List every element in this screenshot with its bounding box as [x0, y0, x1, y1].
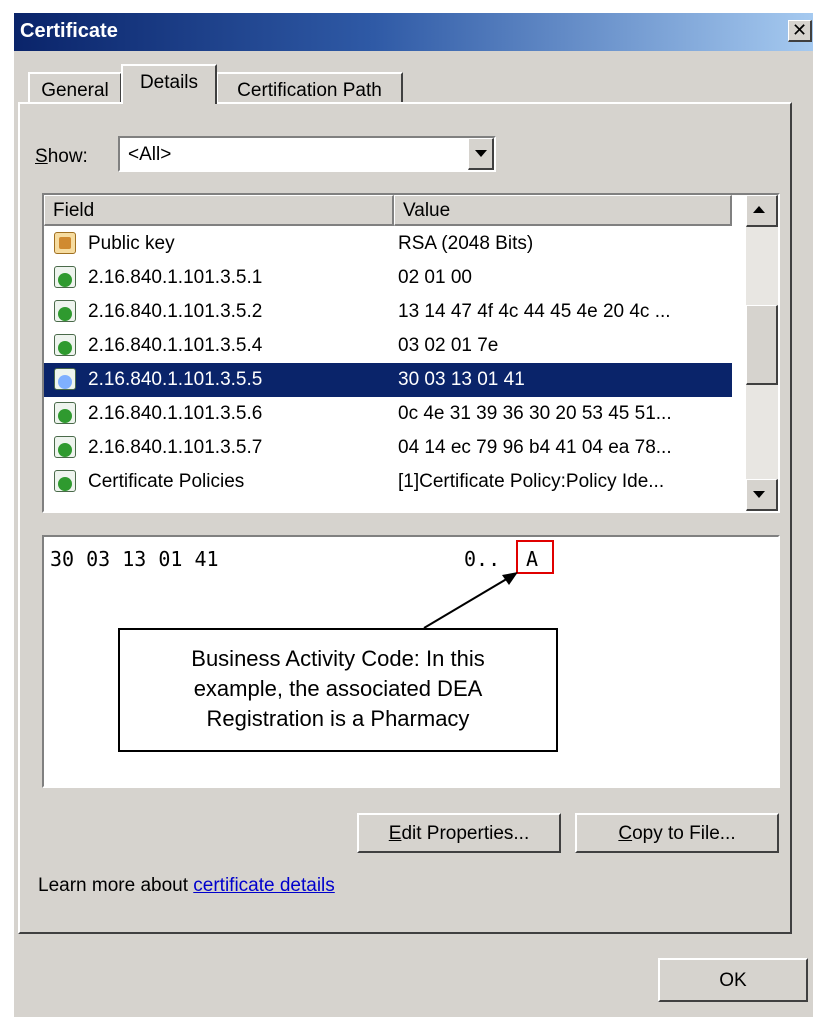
extension-icon [54, 470, 76, 492]
list-row[interactable]: 2.16.840.1.101.3.5.2 13 14 47 4f 4c 44 4… [44, 295, 732, 329]
extension-icon [54, 300, 76, 322]
row-value: 13 14 47 4f 4c 44 45 4e 20 4c ... [398, 301, 671, 322]
tab-certification-path-label: Certification Path [237, 80, 382, 101]
row-value: 30 03 13 01 41 [398, 369, 525, 390]
close-icon: ✕ [791, 20, 808, 40]
show-label: Show: [35, 146, 88, 167]
extension-icon [54, 266, 76, 288]
callout-line: Registration is a Pharmacy [206, 706, 470, 731]
row-field: 2.16.840.1.101.3.5.4 [88, 335, 263, 356]
tab-general[interactable]: General [28, 72, 122, 104]
list-row[interactable]: 2.16.840.1.101.3.5.7 04 14 ec 79 96 b4 4… [44, 431, 732, 465]
window-title: Certificate [20, 20, 118, 42]
copy-to-file-button[interactable]: Copy to File... [575, 813, 779, 853]
chevron-up-icon [753, 206, 765, 213]
learn-more-text: Learn more about certificate details [38, 875, 335, 897]
row-field: 2.16.840.1.101.3.5.2 [88, 301, 263, 322]
scroll-down-button[interactable] [746, 479, 778, 511]
scroll-up-button[interactable] [746, 195, 778, 227]
column-header-field[interactable]: Field [44, 195, 394, 226]
row-value: 02 01 00 [398, 267, 472, 288]
row-value: 03 02 01 7e [398, 335, 499, 356]
show-dropdown[interactable]: <All> [118, 136, 496, 172]
public-key-icon [54, 232, 76, 254]
list-row-selected[interactable]: 2.16.840.1.101.3.5.5 30 03 13 01 41 [44, 363, 732, 397]
row-value: [1]Certificate Policy:Policy Ide... [398, 471, 665, 492]
row-value: 04 14 ec 79 96 b4 41 04 ea 78... [398, 437, 672, 458]
vertical-scrollbar[interactable] [746, 195, 778, 511]
row-value: RSA (2048 Bits) [398, 233, 534, 254]
row-value: 0c 4e 31 39 36 30 20 53 45 51... [398, 403, 672, 424]
list-row[interactable]: Certificate Policies [1]Certificate Poli… [44, 465, 732, 499]
tab-details[interactable]: Details [121, 64, 217, 104]
list-row-public-key[interactable]: Public key RSA (2048 Bits) [44, 227, 732, 261]
ok-button[interactable]: OK [658, 958, 808, 1002]
tab-certification-path[interactable]: Certification Path [216, 72, 403, 104]
extension-icon [54, 436, 76, 458]
row-field: Certificate Policies [88, 471, 245, 492]
row-field: 2.16.840.1.101.3.5.7 [88, 437, 263, 458]
close-button[interactable]: ✕ [788, 20, 812, 42]
dropdown-arrow-button[interactable] [468, 138, 494, 170]
certificate-details-link[interactable]: certificate details [193, 875, 335, 896]
row-field: 2.16.840.1.101.3.5.5 [88, 369, 263, 390]
edit-properties-button[interactable]: Edit Properties... [357, 813, 561, 853]
column-header-value-label: Value [403, 200, 451, 221]
annotation-callout: Business Activity Code: In this example,… [118, 628, 558, 752]
chevron-down-icon [753, 491, 765, 498]
extension-icon [54, 368, 76, 390]
learn-more-prefix: Learn more about [38, 875, 194, 896]
ok-button-label: OK [719, 970, 747, 991]
column-header-value[interactable]: Value [394, 195, 732, 226]
scrollbar-thumb[interactable] [746, 305, 778, 385]
column-header-field-label: Field [53, 200, 95, 221]
list-row[interactable]: 2.16.840.1.101.3.5.6 0c 4e 31 39 36 30 2… [44, 397, 732, 431]
value-detail-box[interactable]: 30 03 13 01 41 0.. A Business Activity C… [42, 535, 780, 788]
row-field: Public key [88, 233, 175, 254]
callout-line: example, the associated DEA [193, 676, 483, 701]
title-bar[interactable]: Certificate ✕ [14, 13, 813, 51]
row-field: 2.16.840.1.101.3.5.6 [88, 403, 263, 424]
extension-icon [54, 334, 76, 356]
chevron-down-icon [475, 150, 487, 157]
show-dropdown-value: <All> [128, 144, 172, 165]
tab-general-label: General [41, 80, 109, 101]
row-field: 2.16.840.1.101.3.5.1 [88, 267, 263, 288]
tab-details-label: Details [139, 72, 199, 93]
list-row[interactable]: 2.16.840.1.101.3.5.4 03 02 01 7e [44, 329, 732, 363]
callout-line: Business Activity Code: In this [191, 646, 485, 671]
list-row[interactable]: 2.16.840.1.101.3.5.1 02 01 00 [44, 261, 732, 295]
extension-icon [54, 402, 76, 424]
fields-list[interactable]: Field Value Public key RSA (2048 Bits) 2… [42, 193, 780, 513]
